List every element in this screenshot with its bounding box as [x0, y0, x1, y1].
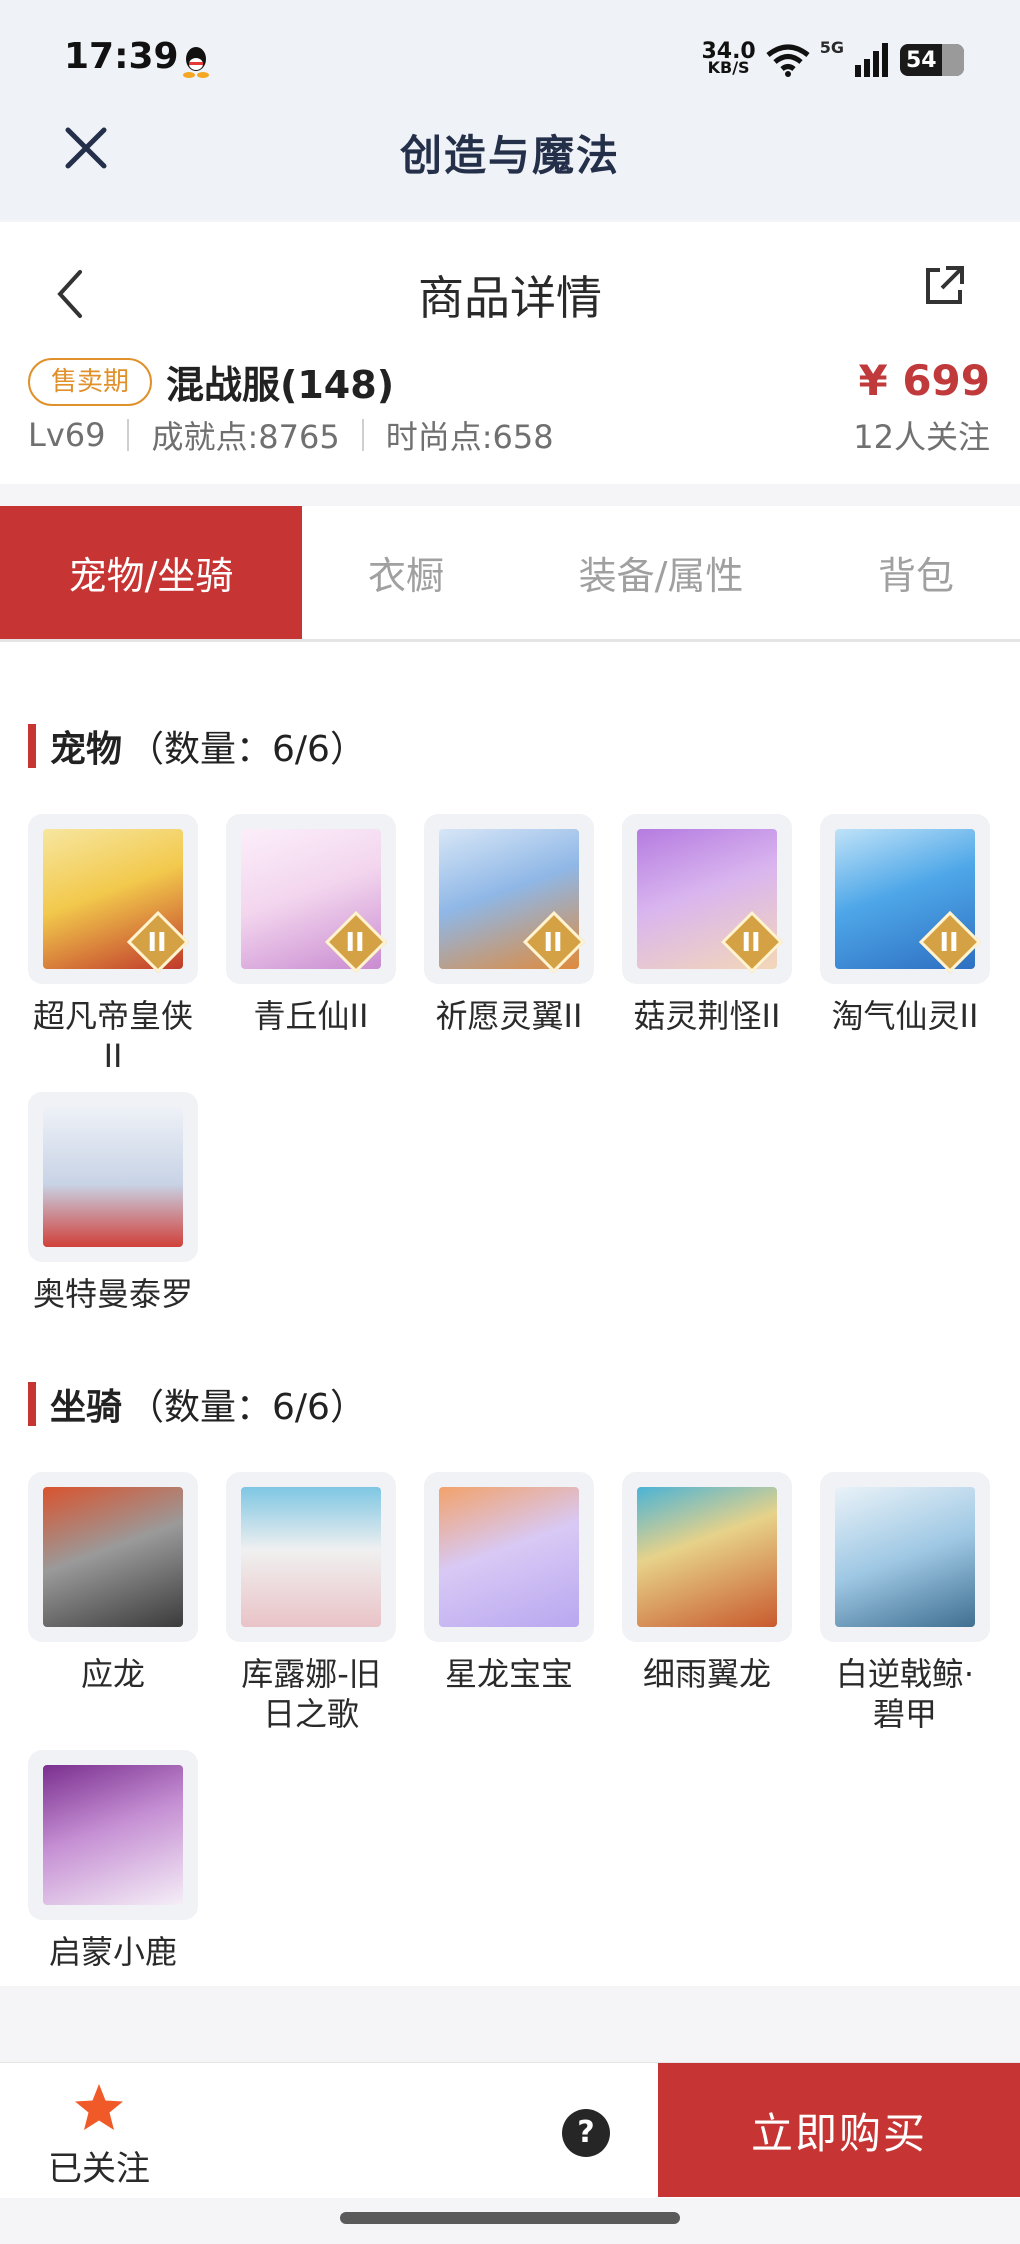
- pet-image: [43, 1107, 183, 1247]
- tier-badge-text: II: [147, 928, 167, 958]
- qq-icon: [183, 47, 209, 78]
- pet-thumbnail: [28, 1092, 198, 1262]
- battery-icon: 54: [900, 44, 964, 76]
- status-time: 17:39: [64, 36, 179, 77]
- pet-name: 菇灵荆怪II: [633, 997, 781, 1035]
- app-bar: 创造与魔法: [0, 120, 1020, 220]
- app-title: 创造与魔法: [399, 131, 620, 180]
- mount-name: 细雨翼龙: [642, 1655, 771, 1693]
- tab-pets-mounts[interactable]: 宠物/坐骑: [0, 506, 302, 639]
- pet-thumbnail: II: [28, 814, 198, 984]
- network-label: 5G: [819, 38, 844, 57]
- tab-equipment[interactable]: 装备/属性: [510, 506, 812, 639]
- bottom-action-bar: 已关注 ? 立即购买: [0, 2062, 1020, 2198]
- tier-badge-text: II: [741, 928, 761, 958]
- pet-item[interactable]: II 青丘仙II: [226, 814, 396, 1036]
- mount-thumbnail: [622, 1472, 792, 1642]
- pet-thumbnail: II: [622, 814, 792, 984]
- mount-name: 星龙宝宝: [444, 1655, 573, 1693]
- tab-bar: 宠物/坐骑 衣橱 装备/属性 背包: [0, 506, 1020, 642]
- tier-badge-text: II: [939, 928, 959, 958]
- pet-thumbnail: II: [226, 814, 396, 984]
- page-title: 商品详情: [418, 271, 602, 325]
- pet-item[interactable]: II 菇灵荆怪II: [622, 814, 792, 1036]
- pet-thumbnail: II: [424, 814, 594, 984]
- mount-name: 白逆戟鲸·碧甲: [835, 1655, 975, 1733]
- follower-count: 12人关注: [853, 418, 990, 456]
- tier-badge-text: II: [543, 928, 563, 958]
- mount-thumbnail: [28, 1750, 198, 1920]
- pet-name: 奥特曼泰罗: [32, 1275, 193, 1313]
- star-icon[interactable]: [72, 2081, 126, 2135]
- fashion-points: 时尚点:658: [385, 418, 554, 456]
- status-icons: 34.0 KB/S 5G 54: [701, 38, 964, 82]
- home-indicator[interactable]: [340, 2212, 680, 2224]
- mount-name: 启蒙小鹿: [48, 1933, 177, 1971]
- pet-item[interactable]: II 超凡帝皇侠II: [28, 814, 198, 1076]
- mount-image: [637, 1487, 777, 1627]
- section-marker: [28, 724, 36, 768]
- server-name: 混战服(148): [166, 363, 395, 407]
- tab-wardrobe[interactable]: 衣橱: [302, 506, 510, 639]
- mount-image: [835, 1487, 975, 1627]
- mount-item[interactable]: 库露娜-旧日之歌: [226, 1472, 396, 1734]
- account-stats: Lv69 成就点:8765 时尚点:658: [28, 412, 554, 458]
- help-icon[interactable]: ?: [562, 2109, 610, 2157]
- follow-label[interactable]: 已关注: [48, 2141, 150, 2190]
- mount-thumbnail: [28, 1472, 198, 1642]
- divider: [361, 419, 364, 451]
- mount-item[interactable]: 星龙宝宝: [424, 1472, 594, 1694]
- wifi-icon: [766, 44, 810, 77]
- mount-image: [241, 1487, 381, 1627]
- sale-status-badge: 售卖期: [28, 358, 152, 406]
- pet-item[interactable]: 奥特曼泰罗: [28, 1092, 198, 1314]
- content-area: 宠物 （数量：6/6） II 超凡帝皇侠II II 青丘仙II II 祈愿灵翼I…: [0, 642, 1020, 1986]
- pet-item[interactable]: II 祈愿灵翼II: [424, 814, 594, 1036]
- pet-name: 青丘仙II: [253, 997, 369, 1035]
- pet-name: 祈愿灵翼II: [435, 997, 583, 1035]
- tab-backpack[interactable]: 背包: [812, 506, 1020, 639]
- mount-item[interactable]: 细雨翼龙: [622, 1472, 792, 1694]
- mount-name: 库露娜-旧日之歌: [241, 1655, 381, 1733]
- pets-section-title: 宠物 （数量：6/6）: [28, 720, 366, 772]
- price: ¥ 699: [858, 356, 990, 405]
- mount-image: [43, 1765, 183, 1905]
- pet-name: 淘气仙灵II: [831, 997, 979, 1035]
- net-speed: 34.0 KB/S: [701, 39, 756, 77]
- product-header: 商品详情 售卖期 混战服(148) ¥ 699 Lv69 成就点:8765 时尚…: [0, 222, 1020, 484]
- buy-now-button[interactable]: 立即购买: [658, 2063, 1020, 2197]
- mount-image: [43, 1487, 183, 1627]
- divider: [127, 419, 130, 451]
- tier-badge-text: II: [345, 928, 365, 958]
- mount-thumbnail: [424, 1472, 594, 1642]
- mount-thumbnail: [820, 1472, 990, 1642]
- mount-image: [439, 1487, 579, 1627]
- mount-thumbnail: [226, 1472, 396, 1642]
- pet-thumbnail: II: [820, 814, 990, 984]
- mounts-section-title: 坐骑 （数量：6/6）: [28, 1378, 366, 1430]
- mount-name: 应龙: [80, 1655, 145, 1693]
- status-bar: 17:39 34.0 KB/S 5G 54: [0, 0, 1020, 120]
- mount-item[interactable]: 白逆戟鲸·碧甲: [820, 1472, 990, 1734]
- achievement-points: 成就点:8765: [151, 418, 340, 456]
- mount-item[interactable]: 应龙: [28, 1472, 198, 1694]
- pet-item[interactable]: II 淘气仙灵II: [820, 814, 990, 1036]
- level: Lv69: [28, 416, 106, 454]
- signal-icon: [855, 43, 888, 77]
- share-icon[interactable]: [922, 264, 966, 308]
- mount-item[interactable]: 启蒙小鹿: [28, 1750, 198, 1972]
- section-marker: [28, 1382, 36, 1426]
- pet-name: 超凡帝皇侠II: [32, 997, 193, 1075]
